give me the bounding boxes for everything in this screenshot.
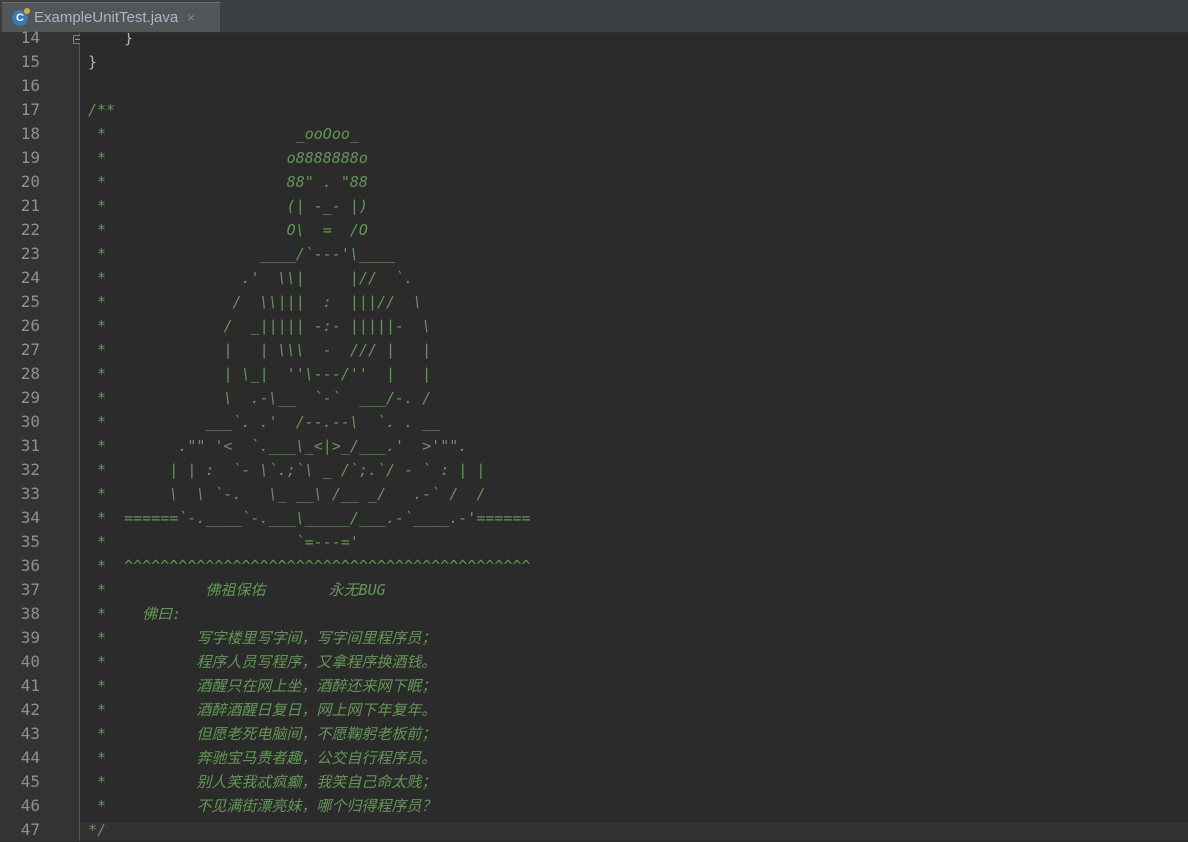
line-number: 18 <box>20 124 40 143</box>
line-number: 45 <box>20 772 40 791</box>
line-number: 19 <box>20 148 40 167</box>
line-number: 35 <box>20 532 40 551</box>
tab-title: ExampleUnitTest.java <box>34 9 179 26</box>
code-line: * .' \\| |// `. <box>88 269 414 287</box>
line-number: 17 <box>20 100 40 119</box>
code-line: * / _||||| -:- |||||- \ <box>88 317 432 335</box>
code-line: */ <box>88 821 107 839</box>
line-number: 16 <box>20 76 40 95</box>
code-line: * \ .-\__ `-` ___/-. / <box>88 389 432 407</box>
line-number: 26 <box>20 316 40 335</box>
line-number: 29 <box>20 388 40 407</box>
line-number: 21 <box>20 196 40 215</box>
line-number: 22 <box>20 220 40 239</box>
close-icon[interactable]: × <box>187 10 195 25</box>
line-number: 37 <box>20 580 40 599</box>
line-number: 34 <box>20 508 40 527</box>
code-line: * 别人笑我忒疯癫，我笑自己命太贱； <box>88 773 437 791</box>
code-line: * O\ = /O <box>88 221 368 239</box>
line-number: 47 <box>20 820 40 839</box>
line-number: 20 <box>20 172 40 191</box>
line-number: 23 <box>20 244 40 263</box>
line-number: 38 <box>20 604 40 623</box>
code-line: * 但愿老死电脑间，不愿鞠躬老板前； <box>88 725 437 743</box>
code-line: * ____/`---'\____ <box>88 245 396 263</box>
line-number: 43 <box>20 724 40 743</box>
code-line: * ======`-.____`-.___\_____/___.-`____.-… <box>88 509 531 527</box>
line-number: 41 <box>20 676 40 695</box>
line-number: 30 <box>20 412 40 431</box>
code-line: * _ooOoo_ <box>88 125 359 143</box>
line-number: 39 <box>20 628 40 647</box>
editor-tab-bar: C ExampleUnitTest.java × <box>0 0 1188 33</box>
code-line: * 酒醉酒醒日复日，网上网下年复年。 <box>88 701 437 719</box>
line-number: 15 <box>20 52 40 71</box>
line-number: 40 <box>20 652 40 671</box>
line-number: 33 <box>20 484 40 503</box>
code-line: * | | \\\ - /// | | <box>88 341 432 359</box>
code-line: * o8888888o <box>88 149 368 167</box>
line-number: 24 <box>20 268 40 287</box>
code-line: * ^^^^^^^^^^^^^^^^^^^^^^^^^^^^^^^^^^^^^^… <box>88 557 531 575</box>
code-line: * ."" '< `.___\_<|>_/___.' >'"". <box>88 437 468 455</box>
line-number: 31 <box>20 436 40 455</box>
line-number: 28 <box>20 364 40 383</box>
code-line: * / \\||| : |||// \ <box>88 293 423 311</box>
code-line: * `=---=' <box>88 533 359 551</box>
line-number: 36 <box>20 556 40 575</box>
line-number: 42 <box>20 700 40 719</box>
code-line: * 佛曰: <box>88 605 182 623</box>
line-number-gutter: 14 15 16 17 18 19 20 21 22 23 24 25 26 27 28 29 30 31 32 33… <box>0 28 80 841</box>
code-line: * 88" . "88 <box>88 173 368 191</box>
code-line: * 奔驰宝马贵者趣，公交自行程序员。 <box>88 749 437 767</box>
code-line: * | | : `- \`.;`\ _ /`;.`/ - ` : | | <box>88 461 486 479</box>
code-line: } <box>88 53 98 71</box>
code-line: * 酒醒只在网上坐，酒醉还来网下眠； <box>88 677 437 695</box>
code-line: * (| -_- |) <box>88 197 368 215</box>
code-line: * 佛祖保佑 永无BUG <box>88 581 386 599</box>
line-number: 32 <box>20 460 40 479</box>
current-line-highlight <box>80 822 1188 841</box>
code-line: * 不见满街漂亮妹，哪个归得程序员？ <box>88 797 437 815</box>
code-line: /** <box>88 101 116 119</box>
code-line: * ___`. .' /--.--\ `. . __ <box>88 413 441 431</box>
line-number: 46 <box>20 796 40 815</box>
java-class-icon: C <box>12 7 30 26</box>
line-number: 27 <box>20 340 40 359</box>
code-line: } <box>88 33 134 47</box>
line-number: 44 <box>20 748 40 767</box>
code-line: * 程序人员写程序，又拿程序换酒钱。 <box>88 653 437 671</box>
line-number: 14 <box>20 28 40 47</box>
code-line: * 写字楼里写字间，写字间里程序员； <box>88 629 437 647</box>
code-line: * | \_| ''\---/'' | | <box>88 365 432 383</box>
code-editor[interactable]: }}/** * _ooOoo_ * o8888888o * 88" . "88 … <box>80 33 1188 841</box>
code-line: * \ \ `-. \_ __\ /__ _/ .-` / / <box>88 485 486 503</box>
line-number: 25 <box>20 292 40 311</box>
